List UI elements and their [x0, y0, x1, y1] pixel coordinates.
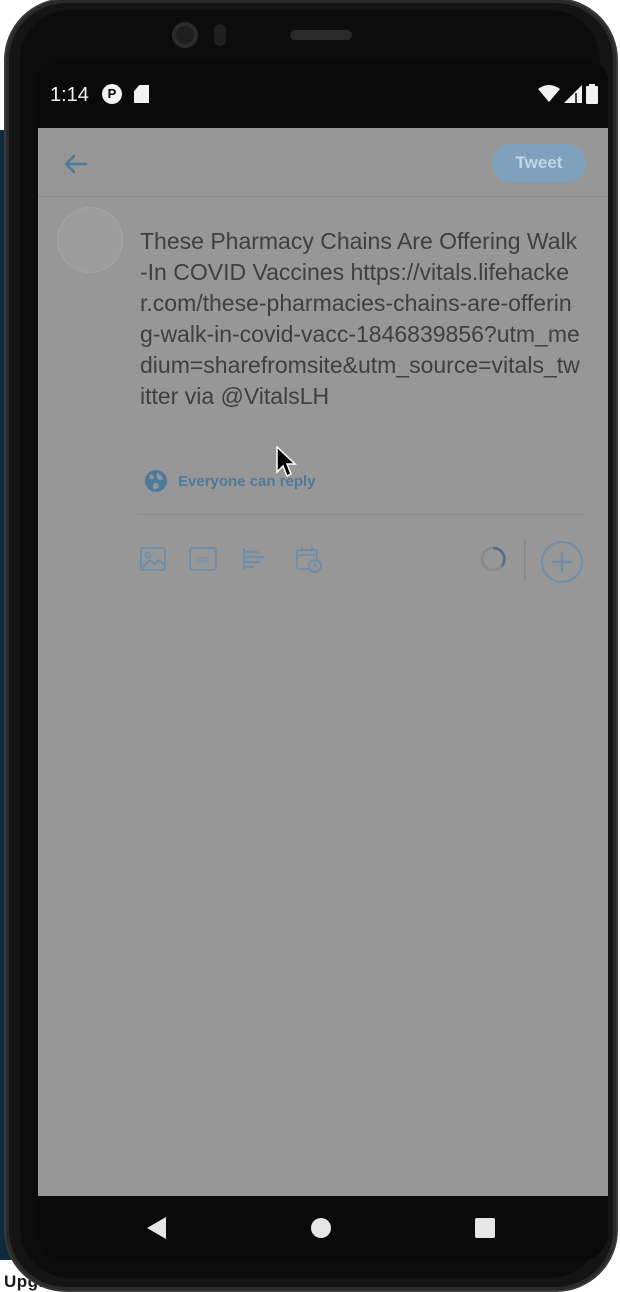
tweet-text-input[interactable]: These Pharmacy Chains Are Offering Walk-… — [140, 226, 580, 412]
status-bar: 1:14 P — [38, 62, 608, 128]
avatar — [58, 208, 122, 272]
status-indicators — [538, 83, 598, 105]
compose-tweet-screen: Tweet These Pharmacy Chains Are Offering… — [38, 128, 608, 1196]
sd-card-icon — [134, 85, 149, 103]
schedule-icon[interactable] — [294, 544, 324, 574]
add-tweet-icon[interactable] — [540, 540, 584, 584]
earpiece-speaker — [290, 30, 352, 40]
notification-p-icon: P — [102, 84, 122, 104]
square-recents-icon[interactable] — [474, 1217, 496, 1239]
tools-separator — [524, 540, 526, 580]
back-arrow-icon[interactable] — [62, 150, 90, 178]
tweet-button[interactable]: Tweet — [492, 144, 586, 182]
status-time: 1:14 — [50, 84, 89, 106]
globe-icon — [145, 470, 167, 492]
compose-toolbar: Tweet — [38, 128, 608, 197]
gif-icon[interactable]: GIF — [188, 544, 218, 574]
circle-home-icon[interactable] — [310, 1217, 332, 1239]
poll-icon[interactable] — [240, 544, 270, 574]
android-nav-bar — [38, 1196, 608, 1262]
battery-icon — [586, 84, 598, 104]
compose-tools-bar: GIF — [138, 540, 584, 584]
image-icon[interactable] — [138, 544, 168, 574]
svg-text:GIF: GIF — [196, 556, 209, 565]
cell-signal-icon — [564, 85, 582, 103]
wifi-icon — [538, 85, 560, 102]
phone-frame: 1:14 P Tweet These Pharmacy Chains Are O… — [6, 0, 616, 1290]
character-count-ring-icon — [480, 546, 506, 572]
triangle-back-icon[interactable] — [146, 1216, 168, 1240]
front-camera — [172, 22, 198, 48]
mouse-cursor-icon — [276, 446, 297, 478]
compose-divider — [138, 514, 584, 515]
phone-screen: 1:14 P Tweet These Pharmacy Chains Are O… — [38, 62, 608, 1262]
proximity-sensor — [214, 24, 226, 46]
